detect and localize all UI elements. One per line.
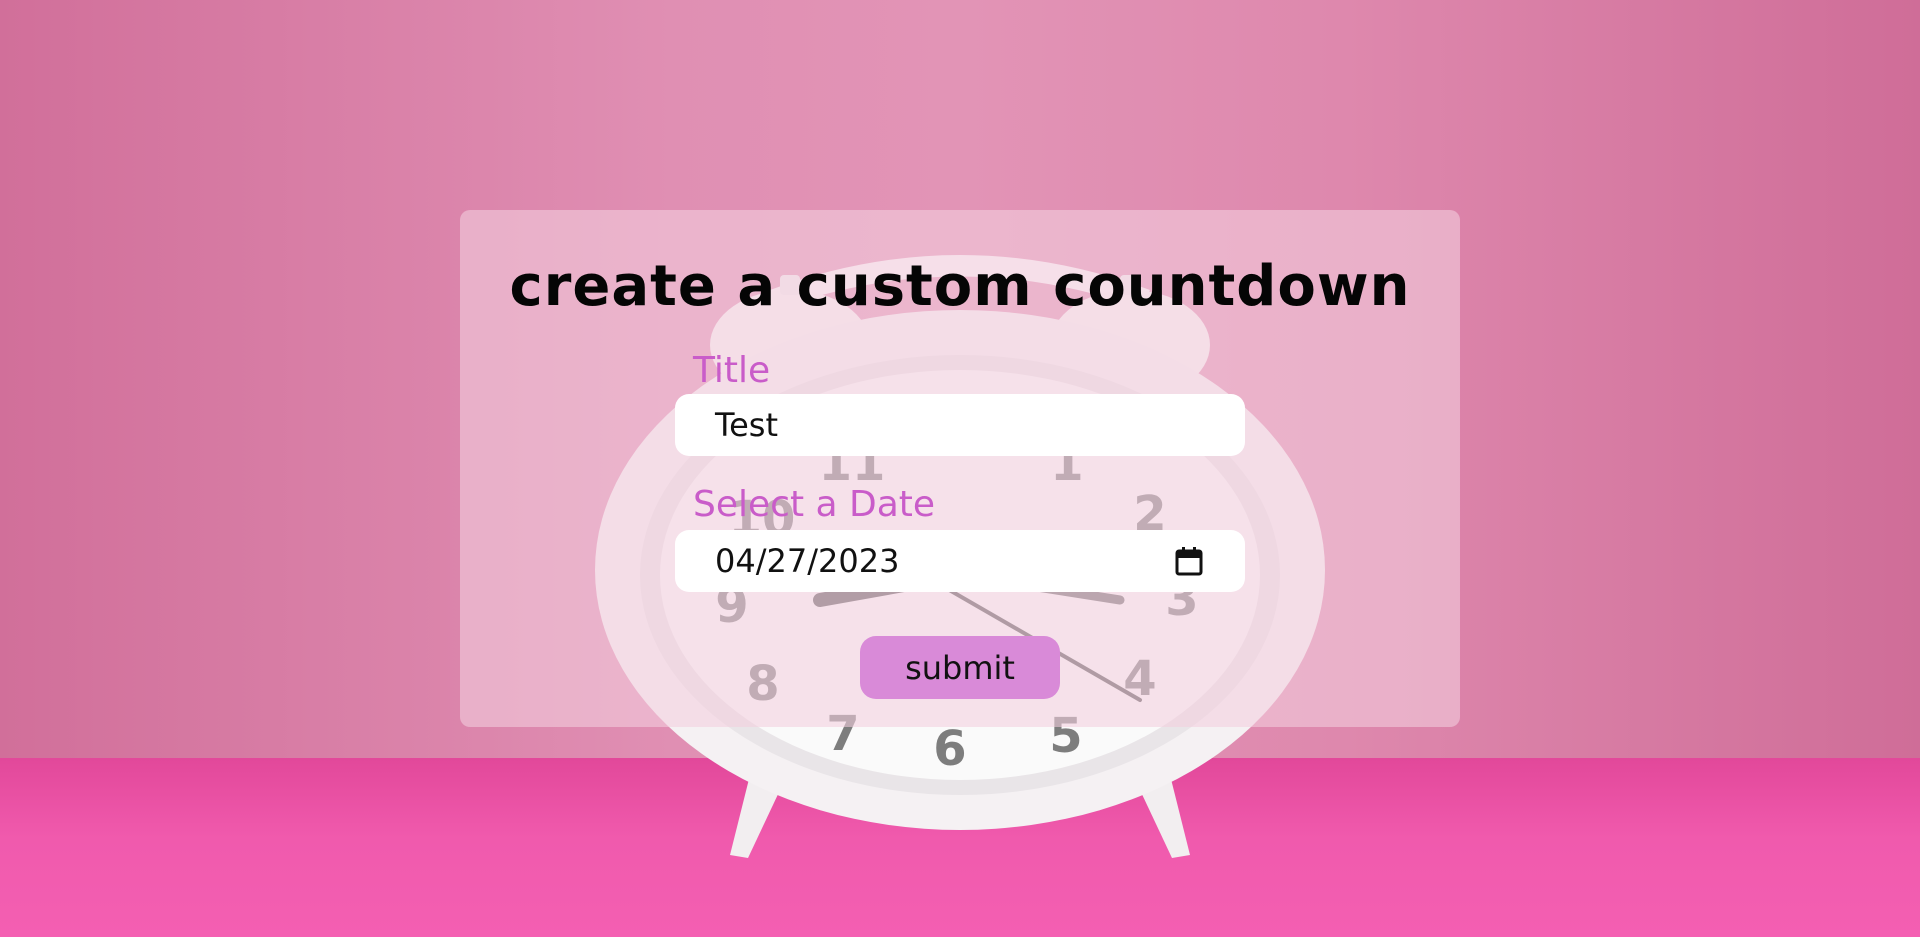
calendar-icon[interactable] <box>1175 546 1203 576</box>
title-input[interactable]: Test <box>675 394 1245 456</box>
background-photo: 12 1 2 3 4 5 6 7 8 9 10 11 create a cust… <box>0 0 1920 937</box>
countdown-form-card: create a custom countdown Title Test Sel… <box>460 210 1460 727</box>
title-input-value: Test <box>715 406 779 444</box>
date-input-value: 04/27/2023 <box>715 542 900 580</box>
date-label: Select a Date <box>693 484 936 525</box>
submit-button[interactable]: submit <box>860 636 1060 699</box>
clock-number: 6 <box>933 721 966 777</box>
date-input[interactable]: 04/27/2023 <box>675 530 1245 592</box>
page-title: create a custom countdown <box>509 254 1411 319</box>
title-label: Title <box>693 350 771 391</box>
